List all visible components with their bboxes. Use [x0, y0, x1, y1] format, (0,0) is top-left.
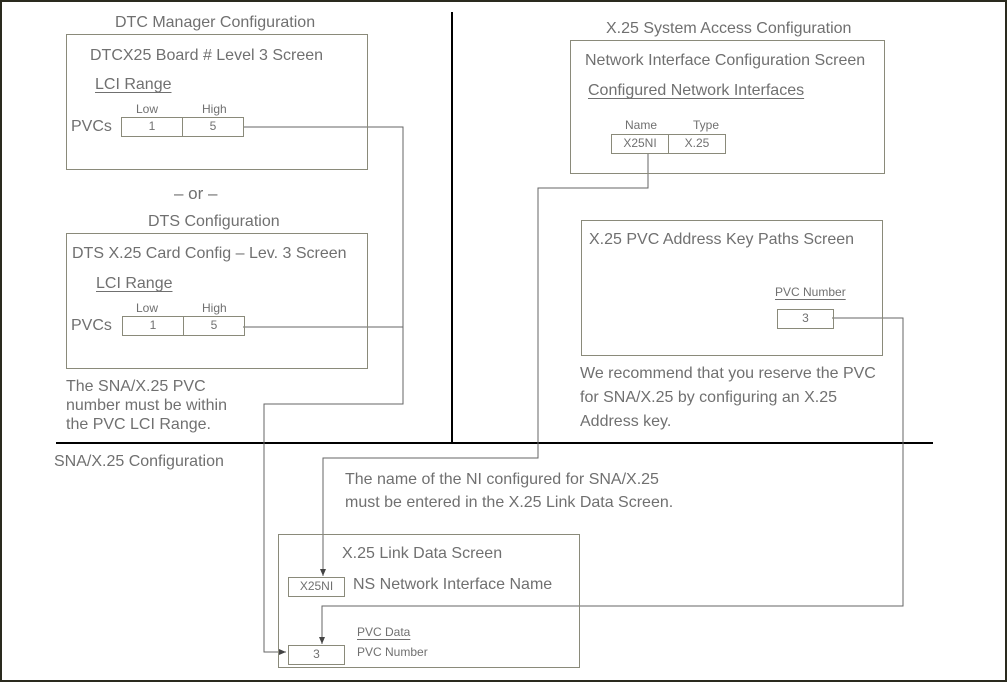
- pvc-data-label: PVC Data: [357, 625, 411, 639]
- ni-name-header: Name: [625, 118, 658, 132]
- link-data-screen-title: X.25 Link Data Screen: [342, 545, 503, 562]
- ni-screen-title: Network Interface Configuration Screen: [585, 52, 866, 69]
- dts-lci-range-label: LCI Range: [96, 275, 173, 292]
- dts-high-header: High: [202, 301, 227, 315]
- pvc-key-field-value: 3: [777, 309, 834, 329]
- dtc-screen-title: DTCX25 Board # Level 3 Screen: [90, 47, 324, 64]
- dts-section-title: DTS Configuration: [148, 213, 280, 230]
- dts-low-value: 1: [122, 316, 184, 336]
- dtc-pvcs-label: PVCs: [71, 118, 112, 135]
- dtc-low-header: Low: [136, 102, 159, 116]
- ni-name-value: X25NI: [611, 134, 669, 154]
- dtc-high-value: 5: [182, 117, 244, 137]
- pvc-range-note: The SNA/X.25 PVC number must be within t…: [66, 378, 227, 433]
- pvc-key-screen-title: X.25 PVC Address Key Paths Screen: [589, 231, 855, 248]
- dtc-low-value: 1: [121, 117, 183, 137]
- or-separator: – or –: [174, 184, 218, 203]
- link-ni-value: X25NI: [288, 577, 345, 597]
- ni-type-value: X.25: [668, 134, 726, 154]
- link-pvc-value: 3: [288, 645, 345, 665]
- pvc-key-field-label: PVC Number: [775, 285, 846, 299]
- dts-pvcs-label: PVCs: [71, 317, 112, 334]
- dts-high-value: 5: [183, 316, 245, 336]
- dts-low-header: Low: [136, 301, 159, 315]
- dtc-high-header: High: [202, 102, 227, 116]
- link-ni-label: NS Network Interface Name: [353, 576, 553, 593]
- link-pvc-label: PVC Number: [357, 645, 428, 659]
- ni-type-header: Type: [693, 118, 720, 132]
- sna-section-title: SNA/X.25 Configuration: [54, 453, 224, 470]
- dts-screen-title: DTS X.25 Card Config – Lev. 3 Screen: [72, 245, 347, 262]
- dtc-lci-range-label: LCI Range: [95, 76, 172, 93]
- sna-ni-note: The name of the NI configured for SNA/X.…: [345, 471, 674, 511]
- dtc-manager-section-title: DTC Manager Configuration: [115, 14, 316, 31]
- configured-ni-label: Configured Network Interfaces: [588, 82, 805, 99]
- x25-system-section-title: X.25 System Access Configuration: [606, 20, 852, 37]
- recommend-note: We recommend that you reserve the PVC fo…: [580, 365, 876, 430]
